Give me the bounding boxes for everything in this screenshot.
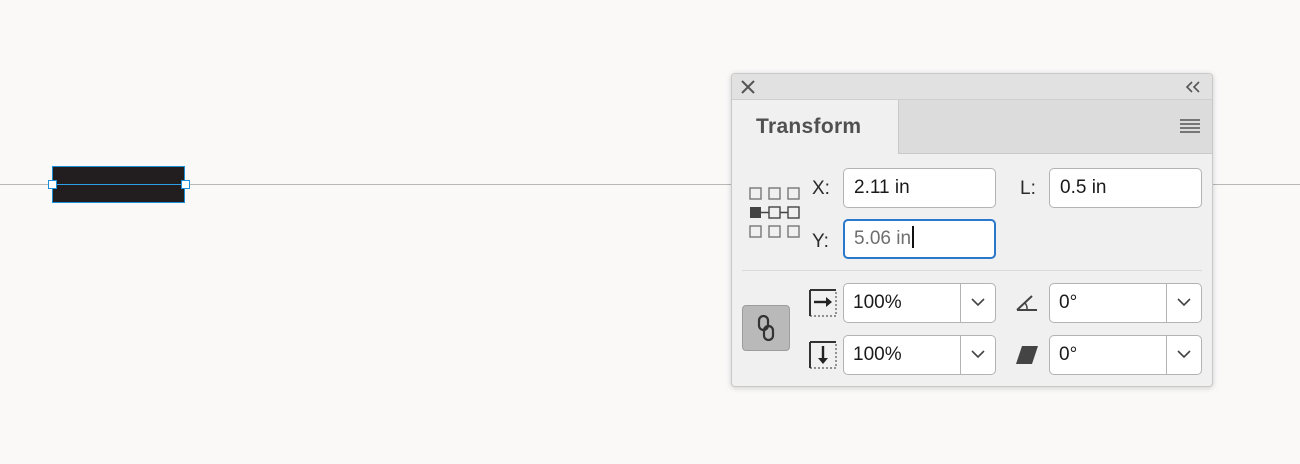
y-position-input[interactable]: 5.06 in (843, 219, 996, 259)
x-label: X: (812, 178, 830, 199)
rotate-combo: 0° (1049, 283, 1202, 323)
length-input[interactable]: 0.5 in (1049, 168, 1202, 208)
selection-handle-left[interactable] (48, 180, 57, 189)
length-label: L: (1020, 178, 1036, 199)
x-value: 2.11 in (854, 177, 910, 198)
tab-transform[interactable]: Transform (732, 100, 899, 154)
text-caret (912, 226, 915, 249)
scale-vertical-input[interactable]: 100% (844, 336, 961, 374)
section-divider (742, 270, 1202, 271)
chevron-down-icon (1177, 298, 1191, 307)
rotate-dropdown[interactable] (1166, 284, 1201, 322)
shear-icon (1015, 345, 1039, 370)
scale-vertical-dropdown[interactable] (960, 336, 995, 374)
scale-horizontal-icon (809, 289, 837, 322)
reference-point-grid-icon[interactable] (748, 186, 802, 240)
chevron-down-icon (971, 298, 985, 307)
transform-panel: Transform X: 2.11 in Y: 5.06 in L: 0.5 i… (731, 73, 1213, 387)
panel-tab-bar: Transform (732, 100, 1212, 154)
length-value: 0.5 in (1060, 177, 1107, 198)
scale-horizontal-input[interactable]: 100% (844, 284, 961, 322)
rotate-input[interactable]: 0° (1050, 284, 1167, 322)
scale-horizontal-dropdown[interactable] (960, 284, 995, 322)
shear-input[interactable]: 0° (1050, 336, 1167, 374)
shear-dropdown[interactable] (1166, 336, 1201, 374)
selected-path-line (52, 184, 185, 185)
constrain-proportions-button[interactable] (742, 305, 790, 351)
y-value: 5.06 in (854, 228, 912, 249)
scale-horizontal-combo: 100% (843, 283, 996, 323)
rotate-angle-icon (1015, 291, 1039, 318)
link-chain-icon (757, 315, 775, 341)
double-chevron-left-icon[interactable] (1184, 79, 1202, 95)
shear-combo: 0° (1049, 335, 1202, 375)
close-icon[interactable] (740, 79, 756, 95)
chevron-down-icon (1177, 350, 1191, 359)
hamburger-menu-icon[interactable] (1180, 118, 1200, 134)
panel-title-bar[interactable] (732, 74, 1212, 100)
selection-handle-right[interactable] (181, 180, 190, 189)
scale-vertical-icon (809, 341, 837, 374)
y-label: Y: (812, 231, 829, 252)
x-position-input[interactable]: 2.11 in (843, 168, 996, 208)
scale-vertical-combo: 100% (843, 335, 996, 375)
chevron-down-icon (971, 350, 985, 359)
